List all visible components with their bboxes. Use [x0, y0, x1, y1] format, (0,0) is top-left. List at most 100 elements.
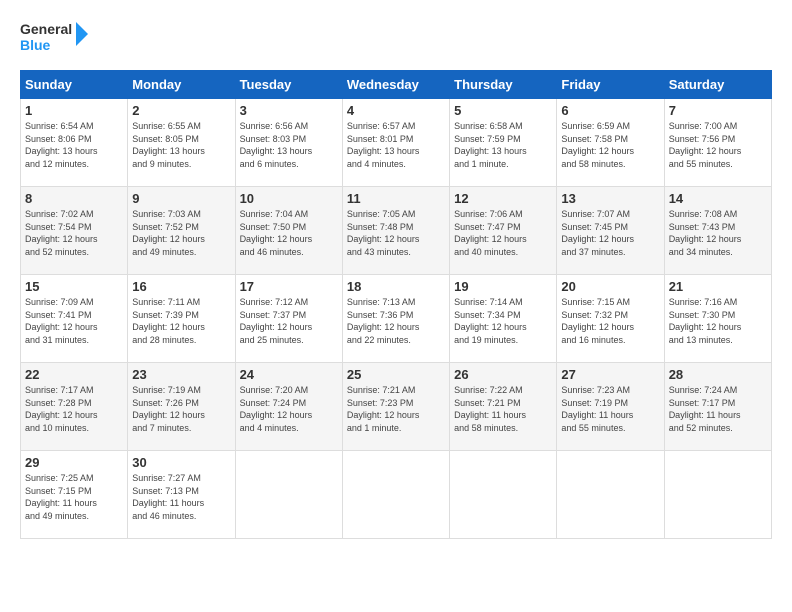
day-number: 17 — [240, 279, 338, 294]
cell-day: 10 Sunrise: 7:04 AM Sunset: 7:50 PM Dayli… — [235, 187, 342, 275]
cell-day — [664, 451, 771, 539]
header: General Blue — [20, 16, 772, 58]
day-info: Sunrise: 7:25 AM Sunset: 7:15 PM Dayligh… — [25, 472, 123, 522]
day-info: Sunrise: 6:56 AM Sunset: 8:03 PM Dayligh… — [240, 120, 338, 170]
day-info: Sunrise: 7:22 AM Sunset: 7:21 PM Dayligh… — [454, 384, 552, 434]
day-info: Sunrise: 7:19 AM Sunset: 7:26 PM Dayligh… — [132, 384, 230, 434]
day-number: 2 — [132, 103, 230, 118]
day-number: 10 — [240, 191, 338, 206]
day-number: 1 — [25, 103, 123, 118]
cell-day: 5Sunrise: 6:58 AM Sunset: 7:59 PM Daylig… — [450, 99, 557, 187]
day-info: Sunrise: 7:17 AM Sunset: 7:28 PM Dayligh… — [25, 384, 123, 434]
week-row-2: 8 Sunrise: 7:02 AM Sunset: 7:54 PM Daylig… — [21, 187, 772, 275]
day-info: Sunrise: 7:09 AM Sunset: 7:41 PM Dayligh… — [25, 296, 123, 346]
cell-day: 24Sunrise: 7:20 AM Sunset: 7:24 PM Dayli… — [235, 363, 342, 451]
day-number: 26 — [454, 367, 552, 382]
week-row-4: 22 Sunrise: 7:17 AM Sunset: 7:28 PM Dayli… — [21, 363, 772, 451]
day-info: Sunrise: 6:58 AM Sunset: 7:59 PM Dayligh… — [454, 120, 552, 170]
cell-day: 13Sunrise: 7:07 AM Sunset: 7:45 PM Dayli… — [557, 187, 664, 275]
logo: General Blue — [20, 16, 90, 58]
header-row: SundayMondayTuesdayWednesdayThursdayFrid… — [21, 71, 772, 99]
cell-day: 4 Sunrise: 6:57 AM Sunset: 8:01 PM Daylig… — [342, 99, 449, 187]
day-number: 19 — [454, 279, 552, 294]
day-number: 8 — [25, 191, 123, 206]
svg-text:General: General — [20, 21, 72, 37]
col-friday: Friday — [557, 71, 664, 99]
cell-day: 29 Sunrise: 7:25 AM Sunset: 7:15 PM Dayli… — [21, 451, 128, 539]
day-number: 21 — [669, 279, 767, 294]
day-number: 22 — [25, 367, 123, 382]
day-number: 4 — [347, 103, 445, 118]
day-number: 16 — [132, 279, 230, 294]
day-info: Sunrise: 7:15 AM Sunset: 7:32 PM Dayligh… — [561, 296, 659, 346]
day-info: Sunrise: 7:24 AM Sunset: 7:17 PM Dayligh… — [669, 384, 767, 434]
week-row-1: 1 Sunrise: 6:54 AM Sunset: 8:06 PM Daylig… — [21, 99, 772, 187]
day-info: Sunrise: 6:57 AM Sunset: 8:01 PM Dayligh… — [347, 120, 445, 170]
cell-day: 8 Sunrise: 7:02 AM Sunset: 7:54 PM Daylig… — [21, 187, 128, 275]
col-saturday: Saturday — [664, 71, 771, 99]
day-number: 11 — [347, 191, 445, 206]
cell-day — [342, 451, 449, 539]
day-number: 6 — [561, 103, 659, 118]
day-number: 3 — [240, 103, 338, 118]
cell-day: 1 Sunrise: 6:54 AM Sunset: 8:06 PM Daylig… — [21, 99, 128, 187]
cell-day: 9Sunrise: 7:03 AM Sunset: 7:52 PM Daylig… — [128, 187, 235, 275]
cell-day: 27 Sunrise: 7:23 AM Sunset: 7:19 PM Dayli… — [557, 363, 664, 451]
day-number: 20 — [561, 279, 659, 294]
cell-day: 15 Sunrise: 7:09 AM Sunset: 7:41 PM Dayli… — [21, 275, 128, 363]
calendar-page: General Blue SundayMondayTuesdayWednesda… — [0, 0, 792, 555]
day-info: Sunrise: 7:27 AM Sunset: 7:13 PM Dayligh… — [132, 472, 230, 522]
day-info: Sunrise: 6:54 AM Sunset: 8:06 PM Dayligh… — [25, 120, 123, 170]
cell-day: 26 Sunrise: 7:22 AM Sunset: 7:21 PM Dayli… — [450, 363, 557, 451]
day-info: Sunrise: 7:20 AM Sunset: 7:24 PM Dayligh… — [240, 384, 338, 434]
cell-day: 28 Sunrise: 7:24 AM Sunset: 7:17 PM Dayli… — [664, 363, 771, 451]
day-number: 7 — [669, 103, 767, 118]
day-number: 14 — [669, 191, 767, 206]
day-info: Sunrise: 6:59 AM Sunset: 7:58 PM Dayligh… — [561, 120, 659, 170]
day-info: Sunrise: 7:00 AM Sunset: 7:56 PM Dayligh… — [669, 120, 767, 170]
day-info: Sunrise: 7:05 AM Sunset: 7:48 PM Dayligh… — [347, 208, 445, 258]
day-info: Sunrise: 7:12 AM Sunset: 7:37 PM Dayligh… — [240, 296, 338, 346]
logo-svg: General Blue — [20, 16, 90, 58]
day-number: 23 — [132, 367, 230, 382]
day-number: 27 — [561, 367, 659, 382]
col-monday: Monday — [128, 71, 235, 99]
day-info: Sunrise: 7:06 AM Sunset: 7:47 PM Dayligh… — [454, 208, 552, 258]
col-thursday: Thursday — [450, 71, 557, 99]
col-sunday: Sunday — [21, 71, 128, 99]
cell-day: 20 Sunrise: 7:15 AM Sunset: 7:32 PM Dayli… — [557, 275, 664, 363]
cell-day: 21 Sunrise: 7:16 AM Sunset: 7:30 PM Dayli… — [664, 275, 771, 363]
day-number: 28 — [669, 367, 767, 382]
day-number: 12 — [454, 191, 552, 206]
cell-day — [235, 451, 342, 539]
day-info: Sunrise: 7:04 AM Sunset: 7:50 PM Dayligh… — [240, 208, 338, 258]
day-number: 13 — [561, 191, 659, 206]
cell-day: 12 Sunrise: 7:06 AM Sunset: 7:47 PM Dayli… — [450, 187, 557, 275]
cell-day: 16Sunrise: 7:11 AM Sunset: 7:39 PM Dayli… — [128, 275, 235, 363]
cell-day: 25Sunrise: 7:21 AM Sunset: 7:23 PM Dayli… — [342, 363, 449, 451]
day-number: 9 — [132, 191, 230, 206]
day-info: Sunrise: 7:08 AM Sunset: 7:43 PM Dayligh… — [669, 208, 767, 258]
cell-day — [557, 451, 664, 539]
day-info: Sunrise: 7:02 AM Sunset: 7:54 PM Dayligh… — [25, 208, 123, 258]
col-wednesday: Wednesday — [342, 71, 449, 99]
cell-day — [450, 451, 557, 539]
cell-day: 14 Sunrise: 7:08 AM Sunset: 7:43 PM Dayli… — [664, 187, 771, 275]
day-info: Sunrise: 7:23 AM Sunset: 7:19 PM Dayligh… — [561, 384, 659, 434]
cell-day: 18 Sunrise: 7:13 AM Sunset: 7:36 PM Dayli… — [342, 275, 449, 363]
day-number: 29 — [25, 455, 123, 470]
day-number: 15 — [25, 279, 123, 294]
cell-day: 17 Sunrise: 7:12 AM Sunset: 7:37 PM Dayli… — [235, 275, 342, 363]
svg-text:Blue: Blue — [20, 37, 51, 53]
cell-day: 30 Sunrise: 7:27 AM Sunset: 7:13 PM Dayli… — [128, 451, 235, 539]
cell-day: 11 Sunrise: 7:05 AM Sunset: 7:48 PM Dayli… — [342, 187, 449, 275]
day-number: 18 — [347, 279, 445, 294]
cell-day: 7 Sunrise: 7:00 AM Sunset: 7:56 PM Daylig… — [664, 99, 771, 187]
day-info: Sunrise: 7:14 AM Sunset: 7:34 PM Dayligh… — [454, 296, 552, 346]
day-number: 30 — [132, 455, 230, 470]
cell-day: 23 Sunrise: 7:19 AM Sunset: 7:26 PM Dayli… — [128, 363, 235, 451]
day-info: Sunrise: 7:21 AM Sunset: 7:23 PM Dayligh… — [347, 384, 445, 434]
day-info: Sunrise: 7:16 AM Sunset: 7:30 PM Dayligh… — [669, 296, 767, 346]
day-info: Sunrise: 7:13 AM Sunset: 7:36 PM Dayligh… — [347, 296, 445, 346]
week-row-3: 15 Sunrise: 7:09 AM Sunset: 7:41 PM Dayli… — [21, 275, 772, 363]
